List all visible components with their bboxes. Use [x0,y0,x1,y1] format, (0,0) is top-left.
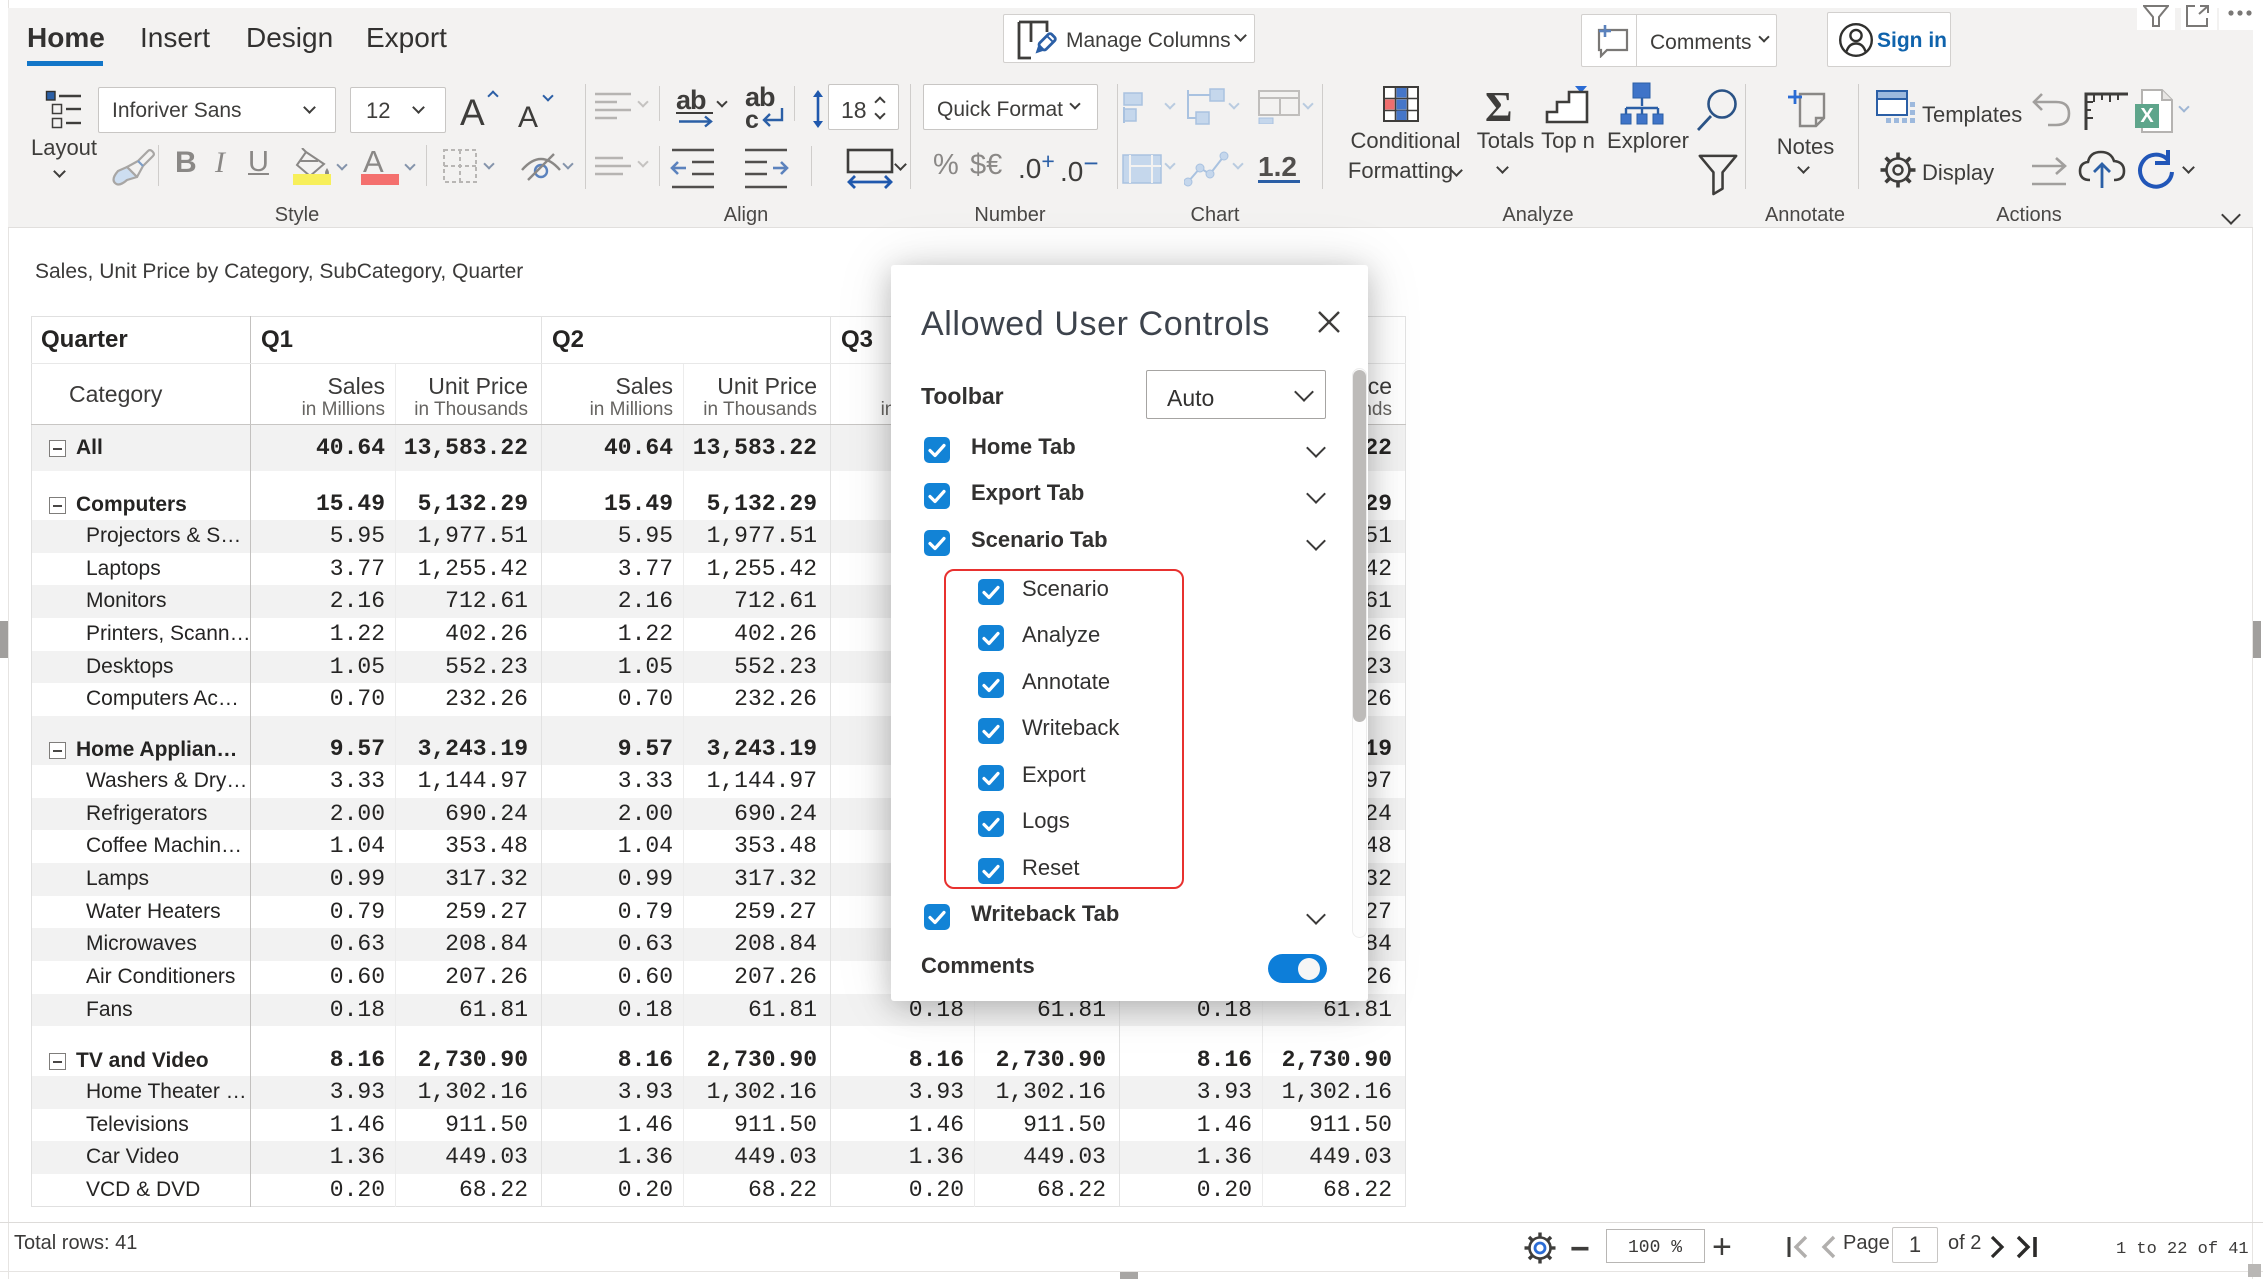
svg-text:X: X [2140,105,2154,127]
